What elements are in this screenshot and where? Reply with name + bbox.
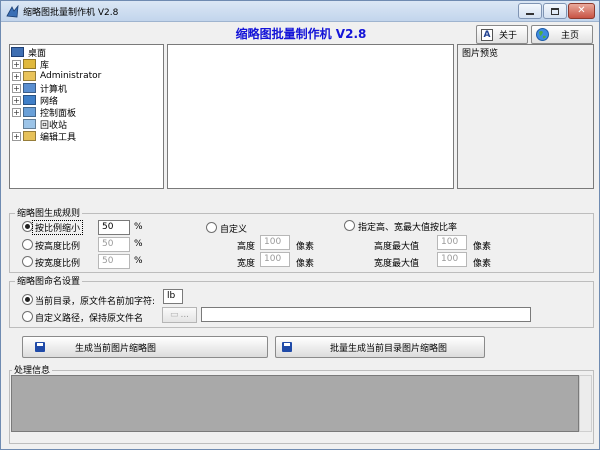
tree-item[interactable]: + 网络 <box>12 94 58 107</box>
custom-path-radio[interactable] <box>22 311 33 322</box>
expand-icon[interactable]: + <box>12 71 21 81</box>
radio-selected-dot <box>25 297 30 302</box>
home-label: 主页 <box>561 31 580 41</box>
browse-button[interactable]: ▭ ... <box>162 307 197 323</box>
app-window: 缩略图批量制作机 V2.8 ✕ 缩略图批量制作机 V2.8 A 关于 主页 桌面… <box>0 0 600 450</box>
save-icon <box>282 342 292 352</box>
app-icon <box>6 5 19 18</box>
by-height-unit: % <box>134 239 143 249</box>
desktop-icon <box>11 47 24 57</box>
max-radio[interactable] <box>344 220 355 231</box>
by-height-label: 按高度比例 <box>35 242 81 252</box>
scale-unit: % <box>134 222 143 232</box>
current-dir-label: 当前目录，原文件名前加字符: <box>35 297 156 307</box>
about-icon: A <box>481 28 493 41</box>
by-height-input[interactable]: 50 <box>98 237 130 252</box>
custom-width-unit: 像素 <box>296 259 315 269</box>
custom-radio[interactable] <box>206 222 217 233</box>
maximize-button[interactable] <box>543 3 567 19</box>
expand-icon[interactable]: + <box>12 59 21 69</box>
custom-width-label: 宽度 <box>237 259 256 269</box>
custom-height-input[interactable]: 100 <box>260 235 290 250</box>
by-width-label: 按宽度比例 <box>35 259 81 269</box>
expand-icon[interactable]: + <box>12 95 21 105</box>
library-icon <box>23 59 36 69</box>
custom-height-label: 高度 <box>237 242 256 252</box>
by-width-input[interactable]: 50 <box>98 254 130 269</box>
about-button[interactable]: A 关于 <box>476 25 528 44</box>
maximize-icon <box>551 7 559 15</box>
expand-icon[interactable]: + <box>12 83 21 93</box>
user-folder-icon <box>23 71 36 81</box>
by-width-unit: % <box>134 256 143 266</box>
expand-icon[interactable]: + <box>12 131 21 141</box>
max-height-unit: 像素 <box>473 242 492 252</box>
app-heading: 缩略图批量制作机 V2.8 <box>235 27 367 41</box>
file-list[interactable] <box>167 44 454 189</box>
tree-item-desktop[interactable]: 桌面 <box>11 46 46 59</box>
scale-label: 按比例缩小 <box>32 220 84 235</box>
preview-label: 图片预览 <box>462 49 499 59</box>
about-label: 关于 <box>499 31 518 41</box>
save-icon <box>35 342 45 352</box>
folder-tree[interactable]: 桌面 + 库 + Administrator + 计算机 + 网络 + 控制面板 回收站 + 编辑工具 <box>9 44 164 189</box>
custom-width-input[interactable]: 100 <box>260 252 290 267</box>
tree-item[interactable]: + 计算机 <box>12 82 67 95</box>
log-output[interactable] <box>11 375 579 432</box>
max-height-label: 高度最大值 <box>374 242 420 252</box>
title-bar: 缩略图批量制作机 V2.8 ✕ <box>1 1 599 22</box>
expand-icon[interactable]: + <box>12 107 21 117</box>
close-button[interactable]: ✕ <box>568 3 595 19</box>
by-height-radio[interactable] <box>22 239 33 250</box>
home-button[interactable]: 主页 <box>531 25 593 44</box>
generate-current-button[interactable]: 生成当前图片缩略图 <box>22 336 268 358</box>
control-panel-icon <box>23 107 36 117</box>
tree-item-label: 库 <box>40 60 50 71</box>
batch-generate-label: 批量生成当前目录图片缩略图 <box>330 343 448 354</box>
minimize-button[interactable] <box>518 3 542 19</box>
current-dir-radio[interactable] <box>22 294 33 305</box>
max-width-input[interactable]: 100 <box>437 252 467 267</box>
custom-height-unit: 像素 <box>296 242 315 252</box>
tree-item[interactable]: 回收站 <box>12 118 67 131</box>
window-title: 缩略图批量制作机 V2.8 <box>23 8 119 18</box>
custom-label: 自定义 <box>220 225 248 235</box>
prefix-input[interactable]: lb <box>163 289 183 304</box>
max-width-unit: 像素 <box>473 259 492 269</box>
max-width-label: 宽度最大值 <box>374 259 420 269</box>
globe-icon <box>536 28 549 41</box>
naming-title: 缩略图命名设置 <box>15 274 83 287</box>
log-scrollbar[interactable] <box>579 375 592 432</box>
folder-icon: ▭ <box>169 310 179 320</box>
folder-icon <box>23 131 36 141</box>
max-label: 指定高、宽最大值按比率 <box>358 223 458 233</box>
by-width-radio[interactable] <box>22 256 33 267</box>
tree-item-label: Administrator <box>40 71 102 81</box>
browse-label: ... <box>180 310 190 320</box>
generate-current-label: 生成当前图片缩略图 <box>75 343 157 354</box>
tree-item[interactable]: + 编辑工具 <box>12 130 77 143</box>
minimize-icon <box>526 13 534 15</box>
image-preview: 图片预览 <box>457 44 594 189</box>
custom-path-label: 自定义路径，保持原文件名 <box>35 314 144 324</box>
tree-item[interactable]: + 控制面板 <box>12 106 76 119</box>
tree-item[interactable]: + 库 <box>12 58 50 71</box>
tree-item-label: 编辑工具 <box>40 132 77 143</box>
network-icon <box>23 95 36 105</box>
recycle-bin-icon <box>23 119 36 129</box>
tree-item[interactable]: + Administrator <box>12 70 101 82</box>
radio-selected-dot <box>25 224 30 229</box>
rules-title: 缩略图生成规则 <box>15 206 83 219</box>
scale-input[interactable]: 50 <box>98 220 130 235</box>
close-icon: ✕ <box>577 5 586 16</box>
batch-generate-button[interactable]: 批量生成当前目录图片缩略图 <box>275 336 485 358</box>
computer-icon <box>23 83 36 93</box>
path-input[interactable] <box>201 307 531 322</box>
max-height-input[interactable]: 100 <box>437 235 467 250</box>
